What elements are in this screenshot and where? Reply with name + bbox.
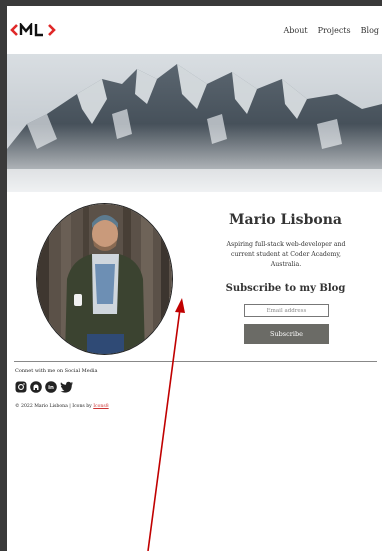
instagram-icon[interactable] [15, 378, 27, 393]
copyright-text: © 2022 Mario Lisbona | Icons by [15, 404, 92, 409]
profile-bio: Aspiring full-stack web-developer and cu… [226, 241, 346, 268]
subscribe-heading: Subscribe to my Blog [225, 283, 346, 294]
email-input[interactable] [244, 304, 329, 317]
profile-name: Mario Lisbona [229, 212, 342, 228]
twitter-icon[interactable] [60, 378, 73, 393]
social-media-heading: Connet with me on Social Media [15, 368, 98, 374]
nav-link-about[interactable]: About [283, 26, 307, 35]
linkedin-icon[interactable]: in [45, 378, 57, 393]
main-nav: About Projects Blog [283, 26, 379, 35]
subscribe-button[interactable]: Subscribe [244, 324, 329, 344]
page: About Projects Blog Mario Lisbona Aspiri… [7, 6, 382, 551]
nav-link-blog[interactable]: Blog [361, 26, 379, 35]
github-icon[interactable] [30, 378, 42, 393]
footer-divider [14, 361, 377, 362]
logo[interactable] [10, 21, 58, 41]
nav-link-projects[interactable]: Projects [318, 26, 351, 35]
profile-photo [36, 203, 173, 355]
header: About Projects Blog [7, 6, 382, 54]
hero-mountain-image [7, 54, 382, 192]
icons8-link[interactable]: Icons8 [93, 404, 108, 409]
social-icons: in [15, 378, 73, 393]
copyright: © 2022 Mario Lisbona | Icons by Icons8 [15, 404, 109, 409]
svg-text:in: in [48, 385, 54, 391]
